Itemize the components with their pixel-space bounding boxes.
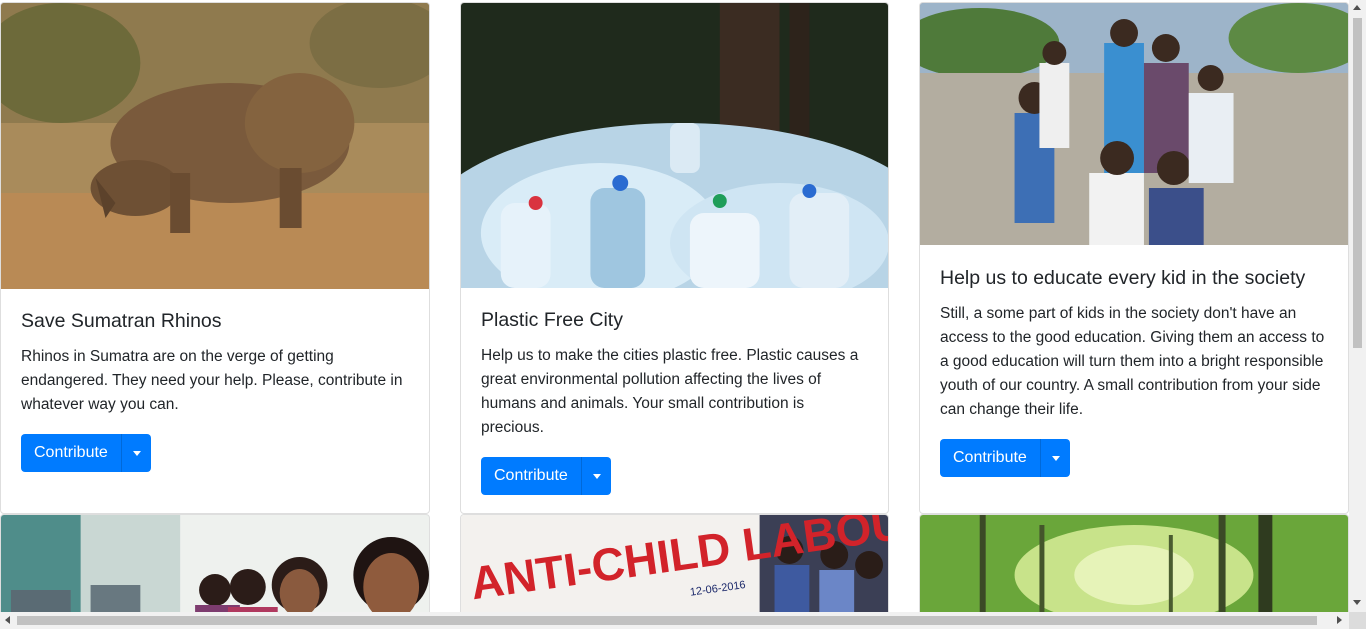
women-at-computers-image (1, 515, 429, 612)
contribute-button[interactable]: Contribute (940, 439, 1040, 477)
page-viewport: Save Sumatran Rhinos Rhinos in Sumatra a… (0, 0, 1349, 612)
scroll-down-icon[interactable] (1353, 600, 1361, 605)
scroll-left-icon[interactable] (5, 616, 10, 624)
card-title: Save Sumatran Rhinos (21, 310, 222, 332)
anti-child-labour-banner-image: ANTI-CHILD LABOUR 12-06-2016 (461, 515, 888, 612)
card-body: Save Sumatran Rhinos Rhinos in Sumatra a… (21, 309, 411, 472)
plastic-bottles-image (461, 3, 888, 288)
card-text: Still, a some part of kids in the societ… (940, 305, 1325, 418)
scroll-right-icon[interactable] (1337, 616, 1342, 624)
card-title: Help us to educate every kid in the soci… (940, 267, 1306, 289)
contribute-button-group: Contribute (21, 434, 151, 472)
card-save-forests (919, 514, 1349, 612)
vertical-scroll-thumb[interactable] (1353, 18, 1362, 348)
scroll-up-icon[interactable] (1353, 5, 1361, 10)
caret-down-icon (592, 474, 601, 479)
contribute-dropdown-toggle[interactable] (120, 434, 151, 472)
forest-image (920, 515, 1348, 612)
caret-down-icon (132, 451, 141, 456)
scrollbar-corner (1349, 612, 1366, 629)
contribute-dropdown-toggle[interactable] (1039, 439, 1070, 477)
contribute-dropdown-toggle[interactable] (580, 457, 611, 495)
village-kids-image (920, 3, 1348, 245)
caret-down-icon (1051, 456, 1060, 461)
card-body: Help us to educate every kid in the soci… (940, 266, 1330, 477)
card-plastic-free-city: Plastic Free City Help us to make the ci… (460, 2, 889, 514)
rhino-image (1, 3, 429, 289)
card-text: Help us to make the cities plastic free.… (481, 347, 859, 436)
horizontal-scroll-thumb[interactable] (17, 616, 1317, 625)
vertical-scrollbar[interactable] (1349, 0, 1366, 612)
contribute-button-group: Contribute (940, 439, 1070, 477)
card-educate-every-kid: Help us to educate every kid in the soci… (919, 2, 1349, 514)
card-anti-child-labour: ANTI-CHILD LABOUR 12-06-2016 (460, 514, 889, 612)
card-title: Plastic Free City (481, 309, 623, 331)
contribute-button[interactable]: Contribute (481, 457, 581, 495)
card-women-empowerment (0, 514, 430, 612)
card-text: Rhinos in Sumatra are on the verge of ge… (21, 348, 403, 413)
card-body: Plastic Free City Help us to make the ci… (481, 308, 870, 495)
horizontal-scrollbar[interactable] (0, 612, 1349, 629)
contribute-button-group: Contribute (481, 457, 611, 495)
card-save-sumatran-rhinos: Save Sumatran Rhinos Rhinos in Sumatra a… (0, 2, 430, 514)
contribute-button[interactable]: Contribute (21, 434, 121, 472)
